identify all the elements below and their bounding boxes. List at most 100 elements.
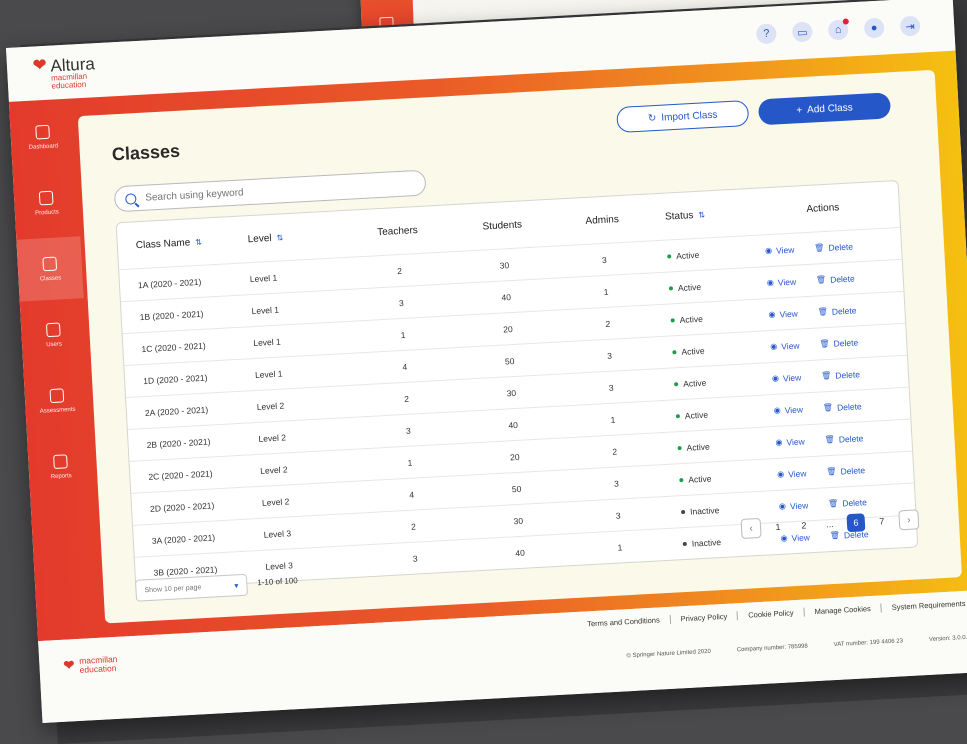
- delete-button[interactable]: 🗑 Delete: [826, 465, 865, 477]
- delete-button[interactable]: 🗑 Delete: [816, 273, 855, 285]
- students-cell: 20: [502, 323, 513, 335]
- admins-cell: 3: [601, 254, 607, 265]
- view-button[interactable]: ◉ View: [768, 308, 798, 320]
- view-button[interactable]: ◉ View: [765, 244, 795, 256]
- students-cell: 20: [509, 451, 520, 462]
- sidebar-item-products[interactable]: Products: [13, 170, 80, 235]
- col-level[interactable]: Level ⇅: [247, 228, 347, 244]
- sidebar-item-dashboard[interactable]: Dashboard: [9, 104, 76, 169]
- delete-button[interactable]: 🗑 Delete: [821, 369, 860, 381]
- students-cell: 40: [508, 419, 519, 430]
- page-7[interactable]: 7: [872, 512, 891, 531]
- delete-button[interactable]: 🗑 Delete: [814, 241, 853, 253]
- prev-page-button[interactable]: ‹: [740, 517, 762, 539]
- eye-icon: ◉: [768, 309, 776, 320]
- delete-button[interactable]: 🗑 Delete: [823, 401, 862, 413]
- page-2[interactable]: 2: [795, 516, 814, 535]
- import-icon: ↻: [647, 112, 657, 124]
- col-teachers: Teachers: [376, 224, 419, 238]
- sort-icon: ⇅: [276, 232, 284, 243]
- per-page-select[interactable]: Show 10 per page ▾: [134, 573, 248, 602]
- clipboard-icon: [49, 387, 65, 403]
- footer-link-manage-cookies[interactable]: Manage Cookies: [803, 603, 882, 617]
- view-button[interactable]: ◉ View: [775, 436, 805, 448]
- teachers-cell: 2: [403, 393, 410, 404]
- eye-icon: ◉: [775, 437, 783, 447]
- sort-icon: ⇅: [698, 209, 706, 220]
- footer-link-privacy[interactable]: Privacy Policy: [669, 611, 738, 624]
- footer-link-cookie[interactable]: Cookie Policy: [737, 607, 804, 621]
- students-cell: 30: [506, 387, 517, 398]
- notification-dot: [842, 18, 849, 25]
- delete-button[interactable]: 🗑 Delete: [819, 337, 858, 349]
- class-name-cell: 1A (2020 - 2021): [137, 276, 202, 290]
- status-badge: Active: [656, 374, 756, 389]
- sort-icon: ⇅: [194, 237, 203, 247]
- delete-button[interactable]: 🗑 Delete: [817, 305, 856, 317]
- bell-icon[interactable]: ⌂: [827, 18, 849, 41]
- sidebar-item-classes[interactable]: Classes: [16, 236, 84, 302]
- logo-sub-2: education: [51, 79, 87, 91]
- sidebar-item-users[interactable]: Users: [20, 302, 87, 367]
- search-icon: [125, 192, 137, 205]
- trash-icon: 🗑: [815, 274, 827, 285]
- next-page-button[interactable]: ›: [898, 509, 920, 531]
- admins-cell: 1: [610, 414, 616, 425]
- footer-meta: © Springer Nature Limited 2020 Company n…: [626, 634, 967, 659]
- status-badge: Active: [649, 247, 749, 262]
- brand-mark-icon: ❤: [32, 56, 47, 75]
- view-button[interactable]: ◉ View: [777, 468, 807, 480]
- class-name-cell: 1C (2020 - 2021): [141, 340, 206, 354]
- page-6[interactable]: 6: [846, 513, 866, 533]
- eye-icon: ◉: [766, 277, 775, 288]
- footer-link-terms[interactable]: Terms and Conditions: [577, 615, 670, 629]
- macmillan-logo[interactable]: ❤ macmillan education: [63, 654, 118, 676]
- status-badge: Active: [658, 406, 758, 421]
- search-box[interactable]: [113, 169, 427, 213]
- sidebar-item-reports[interactable]: Reports: [27, 434, 94, 499]
- delete-button[interactable]: 🗑 Delete: [828, 497, 867, 509]
- view-button[interactable]: ◉ View: [767, 276, 797, 288]
- user-icon[interactable]: ●: [863, 17, 885, 39]
- sidebar-item-assessments[interactable]: Assessments: [24, 368, 91, 433]
- admins-cell: 1: [617, 541, 623, 553]
- header-actions: ? ▭ ⌂ ● ⇥: [755, 15, 921, 45]
- monitor-icon[interactable]: ▭: [791, 21, 813, 43]
- brand-mark-icon: ❤: [63, 657, 75, 673]
- version: Version: 3.0.0.241: [928, 634, 967, 643]
- status-dot-icon: [668, 286, 674, 291]
- admins-cell: 2: [605, 318, 611, 329]
- col-status[interactable]: Status ⇅: [647, 207, 747, 223]
- admins-cell: 3: [608, 382, 614, 393]
- page-1[interactable]: 1: [769, 517, 788, 536]
- status-dot-icon: [674, 382, 679, 387]
- view-button[interactable]: ◉ View: [770, 340, 800, 352]
- add-class-button[interactable]: + Add Class: [757, 92, 892, 126]
- col-admins: Admins: [585, 213, 620, 227]
- view-button[interactable]: ◉ View: [772, 372, 802, 384]
- range-label: 1-10 of 100: [257, 576, 298, 588]
- view-button[interactable]: ◉ View: [773, 404, 803, 416]
- search-input[interactable]: [142, 177, 408, 205]
- col-class-name[interactable]: Class Name ⇅: [118, 234, 248, 252]
- admins-cell: 3: [613, 478, 620, 489]
- import-class-button[interactable]: ↻ Import Class: [616, 99, 750, 134]
- teachers-cell: 4: [402, 361, 408, 372]
- admins-cell: 1: [603, 286, 609, 297]
- status-badge: Active: [659, 438, 759, 453]
- teachers-cell: 1: [407, 457, 413, 468]
- trash-icon: 🗑: [819, 338, 830, 349]
- delete-button[interactable]: 🗑 Delete: [824, 433, 863, 445]
- level-cell: Level 1: [253, 336, 281, 348]
- level-cell: Level 3: [265, 559, 294, 572]
- page-ellipsis: ...: [825, 518, 834, 530]
- eye-icon: ◉: [770, 341, 778, 352]
- users-icon: [45, 321, 61, 337]
- footer-link-system[interactable]: System Requirements: [880, 598, 967, 613]
- help-icon[interactable]: ?: [755, 23, 777, 45]
- level-cell: Level 2: [256, 399, 285, 412]
- view-button[interactable]: ◉ View: [779, 500, 809, 512]
- altura-logo[interactable]: ❤ Altura macmillan education: [32, 54, 97, 91]
- logout-icon[interactable]: ⇥: [899, 15, 921, 37]
- eye-icon: ◉: [771, 373, 780, 384]
